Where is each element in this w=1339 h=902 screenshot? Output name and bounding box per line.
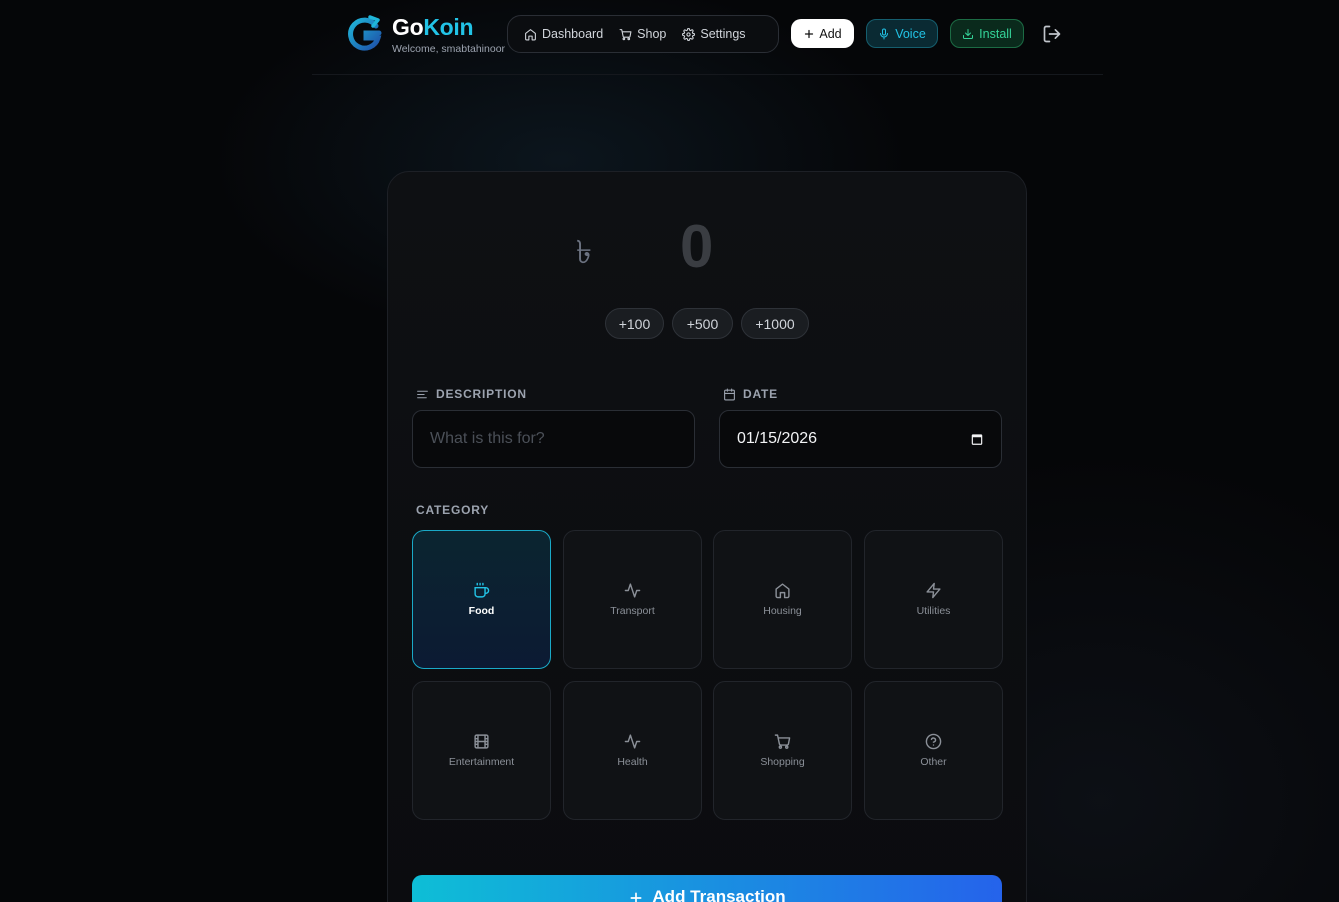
plus-icon	[805, 29, 814, 38]
quick-add-100-button[interactable]: +100	[605, 308, 664, 339]
category-health-label: Health	[617, 756, 648, 768]
welcome-text: Welcome, smabtahinoor	[392, 43, 506, 55]
home-icon	[525, 28, 536, 40]
date-input[interactable]: 01/15/2026	[719, 410, 1002, 468]
category-health[interactable]: Health	[563, 681, 702, 820]
description-input[interactable]: What is this for?	[412, 410, 695, 468]
add-transaction-label: Add Transaction	[652, 887, 786, 902]
app-header: GoKoin Welcome, smabtahinoor Dashboard S…	[312, 0, 1103, 75]
category-utilities[interactable]: Utilities	[864, 530, 1003, 669]
nav-dashboard-label: Dashboard	[542, 27, 604, 41]
category-food-label: Food	[468, 605, 495, 617]
quick-add-1000-button[interactable]: +1000	[741, 308, 809, 339]
plus-icon	[630, 892, 642, 902]
activity-icon	[624, 583, 641, 598]
brand[interactable]: GoKoin Welcome, smabtahinoor	[346, 14, 505, 55]
nav-settings[interactable]: Settings	[676, 20, 751, 48]
description-label-text: DESCRIPTION	[436, 387, 527, 401]
currency-symbol: ৳	[576, 234, 592, 270]
amount-input[interactable]: 0	[680, 212, 713, 281]
category-housing-label: Housing	[763, 605, 802, 617]
category-food[interactable]: Food	[412, 530, 551, 669]
install-button-label: Install	[979, 26, 1012, 41]
logout-icon[interactable]	[1042, 24, 1062, 44]
zap-icon	[926, 582, 941, 599]
install-button[interactable]: Install	[950, 19, 1024, 48]
add-button-label: Add	[819, 26, 842, 41]
category-entertainment[interactable]: Entertainment	[412, 681, 551, 820]
align-left-icon	[417, 390, 428, 398]
add-transaction-button[interactable]: Add Transaction	[412, 875, 1002, 902]
activity-icon	[624, 734, 641, 749]
gokoin-logo-icon	[348, 15, 382, 51]
category-other[interactable]: Other	[864, 681, 1003, 820]
date-value: 01/15/2026	[737, 430, 818, 447]
gear-icon	[682, 27, 696, 41]
cart-icon	[619, 28, 632, 40]
add-transaction-card: ৳ 0 +100 +500 +1000 DESCRIPTION What is …	[387, 171, 1027, 902]
calendar-picker-icon[interactable]	[970, 432, 984, 446]
download-icon	[963, 28, 974, 39]
nav-settings-label: Settings	[700, 27, 746, 41]
coffee-icon	[474, 582, 490, 598]
category-transport[interactable]: Transport	[563, 530, 702, 669]
category-shopping[interactable]: Shopping	[713, 681, 852, 820]
home-icon	[775, 583, 790, 599]
calendar-icon	[724, 388, 735, 400]
main-nav: Dashboard Shop Settings	[507, 15, 779, 53]
brand-name: GoKoin	[392, 14, 474, 40]
category-shopping-label: Shopping	[760, 756, 805, 768]
date-label-text: DATE	[743, 387, 778, 401]
date-label: DATE	[723, 387, 778, 401]
description-label: DESCRIPTION	[416, 387, 527, 401]
mic-icon	[880, 28, 889, 39]
film-icon	[474, 734, 489, 749]
category-other-label: Other	[920, 756, 947, 768]
nav-shop-label: Shop	[637, 27, 667, 41]
voice-button[interactable]: Voice	[866, 19, 938, 48]
add-button[interactable]: Add	[791, 19, 854, 48]
category-label: CATEGORY	[416, 503, 490, 517]
quick-add-500-button[interactable]: +500	[672, 308, 733, 339]
nav-dashboard[interactable]: Dashboard	[518, 20, 609, 48]
cart-icon	[774, 734, 791, 749]
nav-shop[interactable]: Shop	[613, 20, 672, 48]
help-circle-icon	[925, 733, 942, 750]
category-entertainment-label: Entertainment	[448, 756, 515, 768]
category-transport-label: Transport	[610, 605, 655, 617]
voice-button-label: Voice	[895, 26, 926, 41]
category-utilities-label: Utilities	[916, 605, 951, 617]
category-housing[interactable]: Housing	[713, 530, 852, 669]
